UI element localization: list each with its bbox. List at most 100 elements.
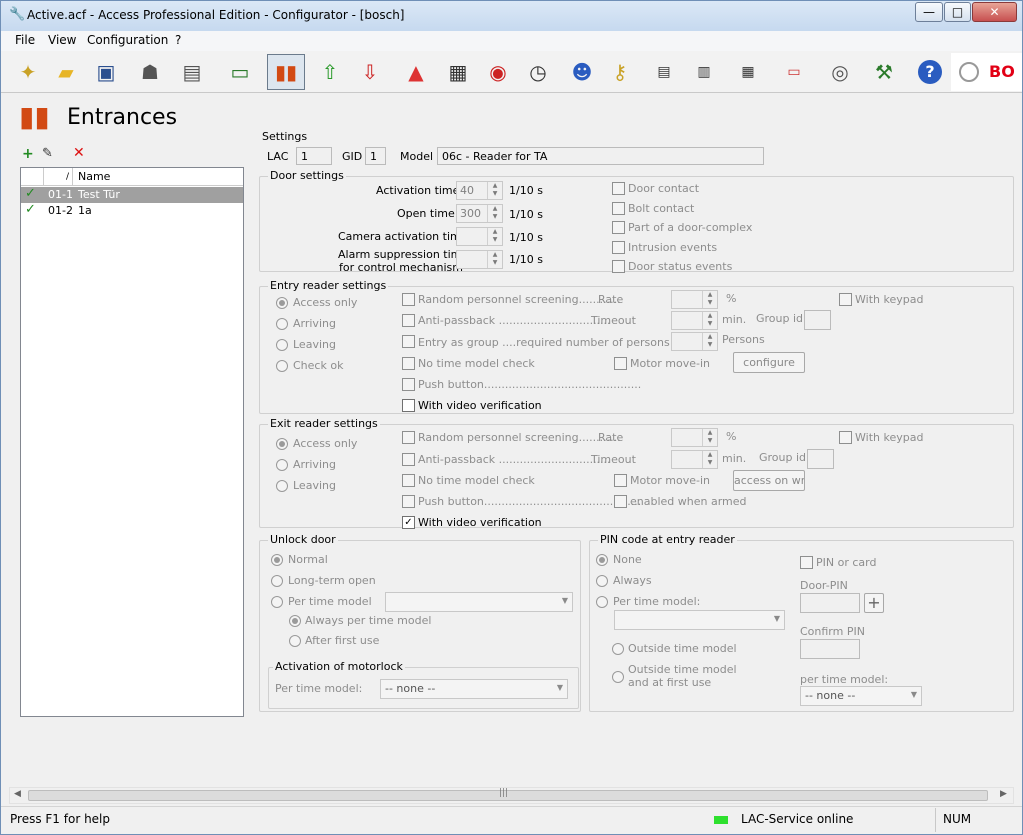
motorlock-time-model-select[interactable]: -- none -- ▼ — [380, 679, 568, 699]
unlock-per-time-radio[interactable] — [271, 596, 283, 608]
pin-per-time-model-select[interactable]: -- none -- ▼ — [800, 686, 922, 706]
name-column-header[interactable]: Name — [78, 170, 110, 183]
help-icon[interactable]: ? — [913, 55, 947, 89]
pin-per-time-radio[interactable] — [596, 596, 608, 608]
entry-video-verification-checkbox[interactable] — [402, 399, 415, 412]
network-icon[interactable]: ⚒ — [867, 55, 901, 89]
card-design-icon[interactable]: ▭ — [777, 55, 811, 89]
entry-push-button-checkbox[interactable] — [402, 378, 415, 391]
unlock-normal-radio[interactable] — [271, 554, 283, 566]
entry-arriving-radio[interactable] — [276, 318, 288, 330]
configure-button[interactable]: configure — [733, 352, 805, 373]
authorizations-icon[interactable]: ⚷ — [603, 55, 637, 89]
intrusion-events-checkbox[interactable] — [612, 241, 625, 254]
entry-anti-passback-checkbox[interactable] — [402, 314, 415, 327]
open-time-spinner[interactable]: 300 ▲ ▼ — [456, 204, 503, 223]
download-icon[interactable]: ⇩ — [353, 55, 387, 89]
text-import-icon[interactable]: ▤ — [647, 55, 681, 89]
enabled-when-armed-checkbox[interactable] — [614, 495, 627, 508]
upload-icon[interactable]: ⇧ — [313, 55, 347, 89]
exit-random-screening-checkbox[interactable] — [402, 431, 415, 444]
persons-icon[interactable]: ☗ — [133, 55, 167, 89]
time-models-icon[interactable]: ◉ — [481, 55, 515, 89]
entry-check-ok-radio[interactable] — [276, 360, 288, 372]
entry-motor-move-in-checkbox[interactable] — [614, 357, 627, 370]
add-entrance-button[interactable]: + — [22, 146, 34, 162]
outside-time-model-radio[interactable] — [612, 643, 624, 655]
entry-with-keypad-checkbox[interactable] — [839, 293, 852, 306]
maximize-button[interactable]: □ — [944, 2, 971, 22]
rename-entrance-button[interactable]: ✎ — [42, 146, 53, 161]
outside-first-use-radio[interactable] — [612, 671, 624, 683]
scroll-right-icon[interactable]: ▶ — [1000, 789, 1007, 799]
exit-rate-spinner[interactable]: ▲ ▼ — [671, 428, 718, 447]
confirm-pin-field[interactable] — [800, 639, 860, 659]
activation-time-spinner[interactable]: 40 ▲ ▼ — [456, 181, 503, 200]
list-item[interactable]: ✓ 01-2 1a — [21, 202, 243, 219]
exit-with-keypad-checkbox[interactable] — [839, 431, 852, 444]
personnel-groups-icon[interactable]: ☻ — [565, 55, 599, 89]
exit-timeout-spinner[interactable]: ▲ ▼ — [671, 450, 718, 469]
clock-icon[interactable]: ◷ — [521, 55, 555, 89]
access-on-write-button[interactable]: access on writ — [733, 470, 805, 491]
exit-access-only-radio[interactable] — [276, 438, 288, 450]
scroll-left-icon[interactable]: ◀ — [14, 789, 21, 799]
menu-view[interactable]: View — [48, 33, 76, 47]
unlock-time-model-select[interactable]: ▼ — [385, 592, 573, 612]
exit-arriving-radio[interactable] — [276, 459, 288, 471]
camera-activation-spinner[interactable]: ▲ ▼ — [456, 227, 503, 246]
calendar-icon[interactable]: ▦ — [441, 55, 475, 89]
menu-help[interactable]: ? — [175, 33, 181, 47]
always-per-time-radio[interactable] — [289, 615, 301, 627]
exit-motor-move-in-checkbox[interactable] — [614, 474, 627, 487]
entrance-list: / Name ✓ 01-1 Test Tür ✓ 01-2 1a — [20, 167, 244, 717]
exit-group-id-field[interactable] — [807, 449, 834, 469]
devices-icon[interactable]: ▤ — [175, 55, 209, 89]
video-icon[interactable]: ◎ — [823, 55, 857, 89]
pin-or-card-checkbox[interactable] — [800, 556, 813, 569]
card-reader-icon[interactable]: ▭ — [223, 55, 257, 89]
pin-always-radio[interactable] — [596, 575, 608, 587]
menu-configuration[interactable]: Configuration — [87, 33, 168, 47]
entry-rate-spinner[interactable]: ▲ ▼ — [671, 290, 718, 309]
unlock-long-term-radio[interactable] — [271, 575, 283, 587]
list-item[interactable]: ✓ 01-1 Test Tür — [21, 186, 243, 203]
signal-icon[interactable]: ▲ — [399, 55, 433, 89]
horizontal-scrollbar[interactable]: ◀ ||| ▶ — [9, 787, 1014, 804]
text-export-icon[interactable]: ▥ — [687, 55, 721, 89]
entry-leaving-radio[interactable] — [276, 339, 288, 351]
after-first-use-radio[interactable] — [289, 635, 301, 647]
alarm-suppression-spinner[interactable]: ▲ ▼ — [456, 250, 503, 269]
entry-no-time-model-checkbox[interactable] — [402, 357, 415, 370]
entry-timeout-spinner[interactable]: ▲ ▼ — [671, 311, 718, 330]
open-folder-icon[interactable]: ▰ — [49, 55, 83, 89]
exit-push-button-checkbox[interactable] — [402, 495, 415, 508]
new-file-icon[interactable]: ✦ — [11, 55, 45, 89]
exit-anti-passback-checkbox[interactable] — [402, 453, 415, 466]
scrollbar-thumb[interactable]: ||| — [28, 788, 988, 801]
entry-as-group-checkbox[interactable] — [402, 335, 415, 348]
door-status-events-checkbox[interactable] — [612, 260, 625, 273]
minimize-button[interactable]: — — [915, 2, 943, 22]
delete-entrance-button[interactable]: ✕ — [73, 145, 85, 161]
door-pin-field[interactable] — [800, 593, 860, 613]
bolt-contact-checkbox[interactable] — [612, 202, 625, 215]
sort-column-header[interactable]: / — [45, 168, 73, 186]
database-icon[interactable]: ▦ — [731, 55, 765, 89]
pin-none-radio[interactable] — [596, 554, 608, 566]
entry-group-id-field[interactable] — [804, 310, 831, 330]
entry-access-only-radio[interactable] — [276, 297, 288, 309]
exit-no-time-model-checkbox[interactable] — [402, 474, 415, 487]
entry-random-screening-checkbox[interactable] — [402, 293, 415, 306]
exit-leaving-radio[interactable] — [276, 480, 288, 492]
entrances-icon[interactable]: ▮▮ — [267, 54, 305, 90]
entry-persons-spinner[interactable]: ▲ ▼ — [671, 332, 718, 351]
exit-video-verification-checkbox[interactable]: ✓ — [402, 516, 415, 529]
add-pin-button[interactable]: + — [864, 593, 884, 613]
save-disk-icon[interactable]: ▣ — [89, 55, 123, 89]
door-contact-checkbox[interactable] — [612, 182, 625, 195]
door-complex-checkbox[interactable] — [612, 221, 625, 234]
close-button[interactable]: ✕ — [972, 2, 1017, 22]
pin-time-model-select[interactable]: ▼ — [614, 610, 785, 630]
menu-file[interactable]: File — [15, 33, 35, 47]
